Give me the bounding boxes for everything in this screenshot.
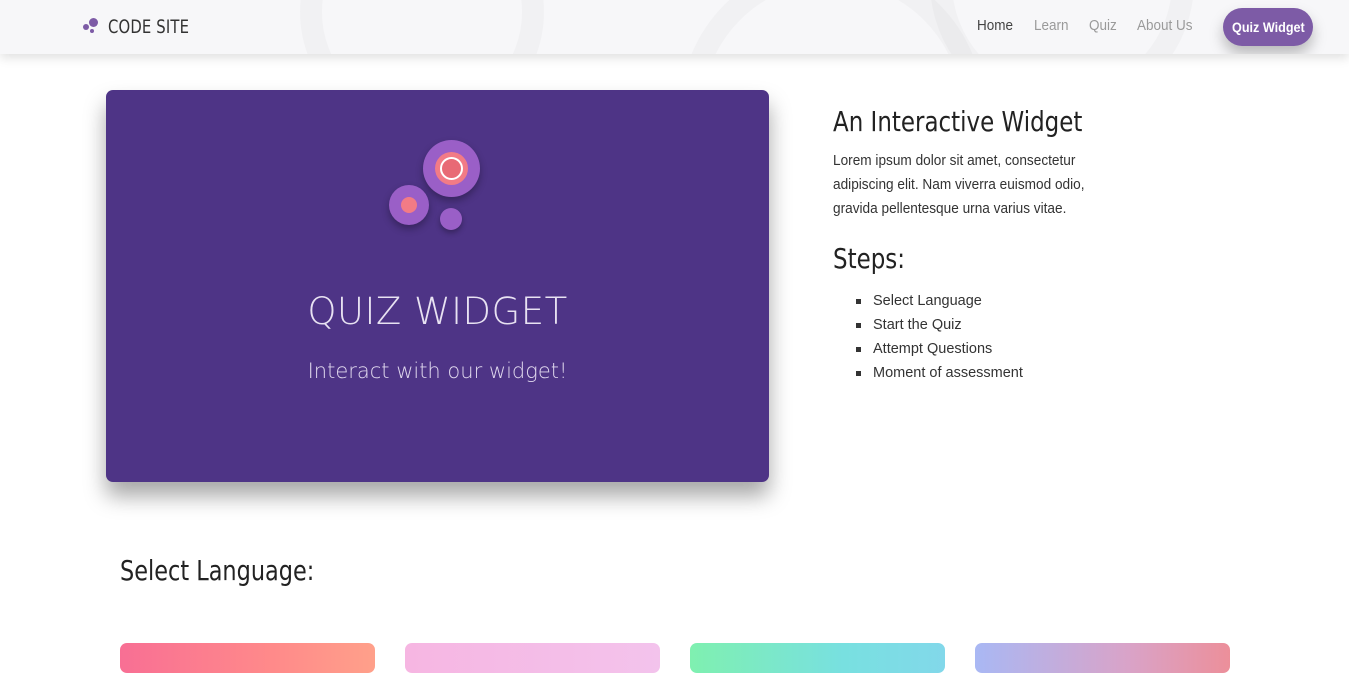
navbar-decoration: [300, 0, 544, 54]
square-bullet-icon: [856, 371, 861, 376]
step-label: Attempt Questions: [873, 341, 993, 357]
step-item: Start the Quiz: [856, 313, 1133, 337]
brand-logo-icon: [82, 17, 102, 37]
square-bullet-icon: [856, 323, 861, 328]
step-label: Moment of assessment: [873, 365, 1023, 381]
nav-link-learn[interactable]: Learn: [1034, 17, 1069, 34]
language-card-4[interactable]: [975, 643, 1230, 673]
steps-list: Select Language Start the Quiz Attempt Q…: [833, 289, 1133, 385]
nav-link-about-us[interactable]: About Us: [1137, 17, 1193, 34]
nav-link-home[interactable]: Home: [977, 17, 1013, 34]
brand-link[interactable]: CODE SITE: [82, 14, 212, 40]
step-item: Select Language: [856, 289, 1133, 313]
step-label: Start the Quiz: [873, 317, 962, 333]
steps-heading: Steps:: [833, 242, 905, 275]
quiz-bubbles-icon: [388, 140, 488, 235]
step-item: Attempt Questions: [856, 337, 1133, 361]
navbar: CODE SITE Home Learn Quiz About Us Quiz …: [0, 0, 1349, 54]
select-language-heading: Select Language:: [120, 554, 315, 587]
brand-name: CODE SITE: [108, 16, 190, 38]
square-bullet-icon: [856, 347, 861, 352]
info-heading: An Interactive Widget: [833, 105, 1083, 138]
info-description: Lorem ipsum dolor sit amet, consectetur …: [833, 153, 1085, 217]
language-card-2[interactable]: [405, 643, 660, 673]
square-bullet-icon: [856, 299, 861, 304]
quiz-widget-button[interactable]: Quiz Widget: [1223, 8, 1313, 46]
step-label: Select Language: [873, 293, 982, 309]
nav-link-quiz[interactable]: Quiz: [1089, 17, 1117, 34]
quiz-widget-button-label: Quiz Widget: [1231, 19, 1305, 35]
hero-card: QUIZ WIDGET Interact with our widget!: [106, 90, 769, 482]
info-panel: An Interactive Widget Lorem ipsum dolor …: [833, 102, 1133, 385]
nav-links: Home Learn Quiz About Us: [960, 17, 1199, 34]
language-card-1[interactable]: [120, 643, 375, 673]
language-card-3[interactable]: [690, 643, 945, 673]
hero-subtitle: Interact with our widget!: [307, 359, 568, 383]
hero-title: QUIZ WIDGET: [307, 290, 568, 333]
step-item: Moment of assessment: [856, 361, 1133, 385]
